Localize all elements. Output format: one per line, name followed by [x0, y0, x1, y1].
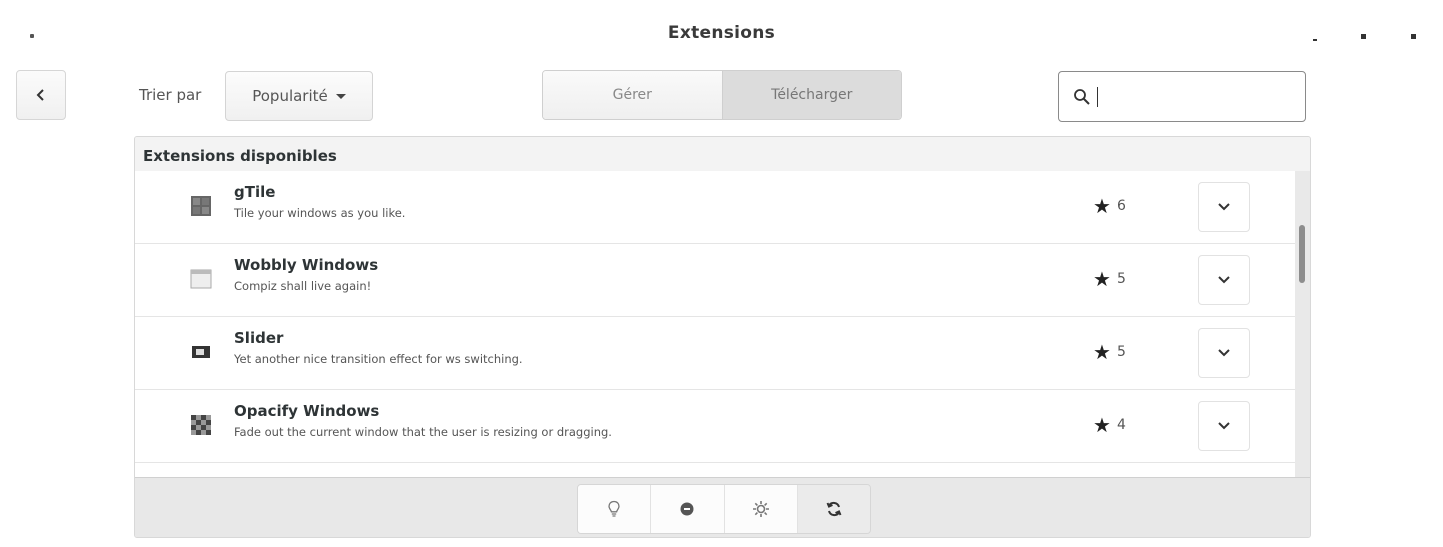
extension-description: Fade out the current window that the use… [234, 425, 612, 439]
scrollbar-thumb[interactable] [1299, 225, 1305, 283]
chevron-left-icon [36, 89, 44, 101]
expand-button[interactable] [1198, 182, 1250, 232]
slider-icon [192, 346, 210, 358]
rating-value: 6 [1116, 198, 1126, 214]
extension-name: gTile [234, 183, 276, 201]
minimize-icon[interactable] [1304, 28, 1326, 44]
chevron-down-icon [335, 93, 346, 99]
tab-manage[interactable]: Gérer [543, 71, 722, 119]
extension-name: Slider [234, 329, 284, 347]
extension-rating: ★ 5 [1093, 269, 1126, 289]
expand-button[interactable] [1198, 401, 1250, 451]
tool-group [577, 484, 871, 534]
extension-rating: ★ 4 [1093, 415, 1126, 435]
extension-name: Wobbly Windows [234, 256, 379, 274]
search-input[interactable] [1108, 87, 1288, 106]
list-item[interactable] [135, 463, 1295, 477]
expand-button[interactable] [1198, 255, 1250, 305]
expand-button[interactable] [1198, 328, 1250, 378]
refresh-icon [826, 501, 842, 517]
extension-description: Tile your windows as you like. [234, 206, 406, 220]
scrollbar[interactable] [1295, 171, 1310, 477]
star-icon: ★ [1093, 413, 1111, 437]
chevron-down-icon [1218, 349, 1230, 357]
sort-value: Popularité [252, 87, 328, 105]
extensions-panel: Extensions disponibles gTile Tile your w… [134, 136, 1311, 538]
rating-value: 5 [1116, 271, 1126, 287]
chevron-down-icon [1218, 422, 1230, 430]
gtile-icon [191, 196, 211, 216]
search-icon [1074, 88, 1090, 105]
remove-icon [680, 502, 694, 516]
extension-rating: ★ 5 [1093, 342, 1126, 362]
list-item[interactable]: gTile Tile your windows as you like. ★ 6 [135, 171, 1295, 244]
window-title: Extensions [667, 23, 776, 43]
lightbulb-icon [608, 500, 620, 517]
extension-name: Opacify Windows [234, 402, 380, 420]
settings-icon [752, 501, 769, 517]
extension-list: gTile Tile your windows as you like. ★ 6… [135, 171, 1295, 477]
sort-dropdown[interactable]: Popularité [225, 71, 373, 121]
sort-label: Trier par [139, 86, 202, 104]
wobbly-windows-icon [190, 269, 212, 289]
footer-toolbar [135, 477, 1310, 537]
titlebar: Extensions [0, 0, 1443, 68]
extension-description: Compiz shall live again! [234, 279, 372, 293]
star-icon: ★ [1093, 340, 1111, 364]
extension-rating: ★ 6 [1093, 196, 1126, 216]
star-icon: ★ [1093, 194, 1111, 218]
rating-value: 4 [1116, 417, 1126, 433]
lightbulb-button[interactable] [578, 485, 652, 533]
tab-download[interactable]: Télécharger [721, 71, 901, 119]
chevron-down-icon [1218, 276, 1230, 284]
search-field[interactable] [1058, 71, 1306, 122]
settings-button[interactable] [724, 485, 798, 533]
rating-value: 5 [1116, 344, 1126, 360]
opacify-windows-icon [191, 415, 211, 435]
panel-heading: Extensions disponibles [135, 137, 1310, 171]
back-button[interactable] [16, 70, 66, 120]
remove-button[interactable] [651, 485, 725, 533]
star-icon: ★ [1093, 267, 1111, 291]
list-item[interactable]: Wobbly Windows Compiz shall live again! … [135, 244, 1295, 317]
text-cursor [1097, 86, 1098, 107]
extension-description: Yet another nice transition effect for w… [234, 352, 523, 366]
chevron-down-icon [1218, 203, 1230, 211]
close-icon[interactable] [1402, 28, 1424, 44]
maximize-icon[interactable] [1352, 28, 1374, 44]
list-item[interactable]: Slider Yet another nice transition effec… [135, 317, 1295, 390]
list-item[interactable]: Opacify Windows Fade out the current win… [135, 390, 1295, 463]
refresh-button[interactable] [797, 485, 870, 533]
view-switcher: Gérer Télécharger [542, 70, 902, 120]
